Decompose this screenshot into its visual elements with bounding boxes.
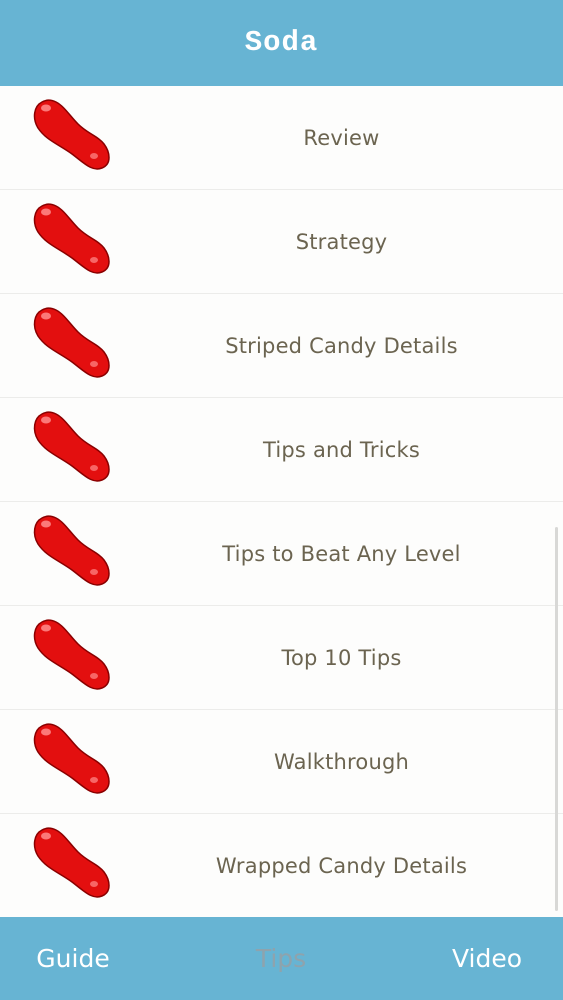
red-jelly-bean-icon — [33, 827, 110, 898]
list-item-top-10-tips[interactable]: Top 10 Tips — [0, 606, 563, 710]
list-item-wrapped-candy-details[interactable]: Wrapped Candy Details — [0, 814, 563, 917]
list-item-tips-and-tricks[interactable]: Tips and Tricks — [0, 398, 563, 502]
tab-bar: Guide Tips Video — [0, 917, 563, 1000]
red-jelly-bean-icon — [33, 619, 110, 690]
tab-guide[interactable]: Guide — [18, 917, 128, 1000]
tab-tips[interactable]: Tips — [226, 917, 336, 1000]
list-item-label: Wrapped Candy Details — [215, 854, 468, 878]
scrollbar[interactable] — [555, 527, 558, 911]
list-item-striped-candy-details[interactable]: Striped Candy Details — [0, 294, 563, 398]
list-item-label: Walkthrough — [274, 750, 409, 774]
list-item-label: Striped Candy Details — [225, 334, 458, 358]
list-item-tips-to-beat-any-level[interactable]: Tips to Beat Any Level — [0, 502, 563, 606]
list-item-label: Review — [303, 126, 380, 150]
red-jelly-bean-icon — [33, 99, 110, 170]
red-jelly-bean-icon — [33, 723, 110, 794]
red-jelly-bean-icon — [33, 203, 110, 274]
list-item-walkthrough[interactable]: Walkthrough — [0, 710, 563, 814]
red-jelly-bean-icon — [33, 411, 110, 482]
list-item-label: Top 10 Tips — [281, 646, 402, 670]
page-title: Soda — [244, 25, 319, 59]
navigation-bar: Soda — [0, 0, 563, 86]
tab-video[interactable]: Video — [432, 917, 542, 1000]
list-item-label: Tips to Beat Any Level — [222, 542, 461, 566]
list-item-strategy[interactable]: Strategy — [0, 190, 563, 294]
red-jelly-bean-icon — [33, 515, 110, 586]
list-item-review[interactable]: Review — [0, 86, 563, 190]
list-item-label: Tips and Tricks — [262, 438, 420, 462]
red-jelly-bean-icon — [33, 307, 110, 378]
topic-list: Review Strategy Striped Candy Details Ti… — [0, 86, 563, 917]
list-item-label: Strategy — [295, 230, 388, 254]
